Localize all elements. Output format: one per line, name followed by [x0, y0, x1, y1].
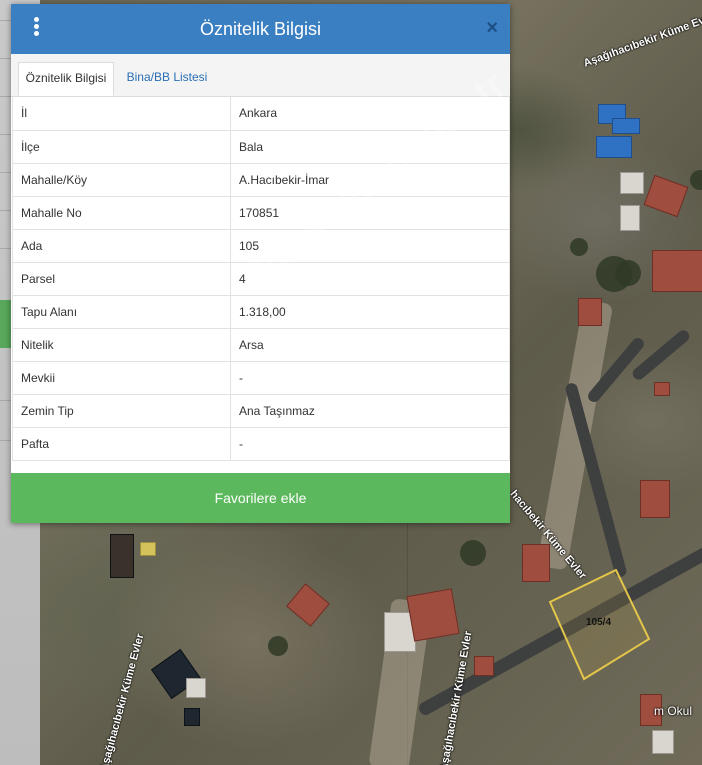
- poi-label-school: m Okul: [654, 704, 693, 718]
- attribute-dialog: Öznitelik Bilgisi × Öznitelik Bilgisi Bi…: [11, 4, 510, 523]
- table-row: Mahalle/Köy A.Hacıbekir-İmar: [12, 162, 510, 197]
- attr-value: Ankara: [230, 97, 510, 131]
- dialog-header[interactable]: Öznitelik Bilgisi ×: [11, 4, 510, 54]
- attribute-table: İl Ankara İlçe Bala Mahalle/Köy A.Hacıbekir…: [12, 97, 510, 461]
- attr-value: Bala: [230, 129, 510, 164]
- attr-value: 170851: [230, 195, 510, 230]
- attr-value: -: [230, 360, 510, 395]
- attr-key: Mevkii: [12, 360, 231, 395]
- add-to-favorites-button[interactable]: Favorilere ekle: [11, 473, 510, 523]
- dialog-title: Öznitelik Bilgisi: [199, 19, 322, 39]
- table-row: Mevkii -: [12, 360, 510, 395]
- table-row: Zemin Tip Ana Taşınmaz: [12, 393, 510, 428]
- attr-key: Zemin Tip: [12, 393, 231, 428]
- attr-key: Mahalle No: [12, 195, 231, 230]
- attr-value: A.Hacıbekir-İmar: [230, 162, 510, 197]
- attr-value: -: [230, 426, 510, 461]
- close-icon[interactable]: ×: [486, 18, 498, 38]
- attr-key: Tapu Alanı: [12, 294, 231, 329]
- attr-value: Ana Taşınmaz: [230, 393, 510, 428]
- attr-key: Ada: [12, 228, 231, 263]
- attr-key: Nitelik: [12, 327, 231, 362]
- attr-value: Arsa: [230, 327, 510, 362]
- parcel-label: 105/4: [586, 617, 612, 628]
- table-row: Mahalle No 170851: [12, 195, 510, 230]
- table-row: Ada 105: [12, 228, 510, 263]
- attr-key: Parsel: [12, 261, 231, 296]
- table-row: İl Ankara: [12, 97, 510, 131]
- attr-key: İlçe: [12, 129, 231, 164]
- table-row: Nitelik Arsa: [12, 327, 510, 362]
- tab-attribute-info[interactable]: Öznitelik Bilgisi: [18, 62, 114, 96]
- attr-key: İl: [12, 97, 231, 131]
- road-label-bottom-left: Aşağıhacıbekir Küme Evler: [98, 632, 147, 765]
- table-row: Parsel 4: [12, 261, 510, 296]
- table-row: İlçe Bala: [12, 129, 510, 164]
- table-row: Pafta -: [12, 426, 510, 461]
- tab-building-list[interactable]: Bina/BB Listesi: [122, 62, 212, 96]
- attr-value: 4: [230, 261, 510, 296]
- table-row: Tapu Alanı 1.318,00: [12, 294, 510, 329]
- attr-value: 1.318,00: [230, 294, 510, 329]
- attr-value: 105: [230, 228, 510, 263]
- attr-key: Pafta: [12, 426, 231, 461]
- attr-key: Mahalle/Köy: [12, 162, 231, 197]
- dialog-tabs: Öznitelik Bilgisi Bina/BB Listesi: [11, 54, 510, 97]
- road-label-top-right: Aşağıhacıbekir Küme Evler: [581, 9, 702, 70]
